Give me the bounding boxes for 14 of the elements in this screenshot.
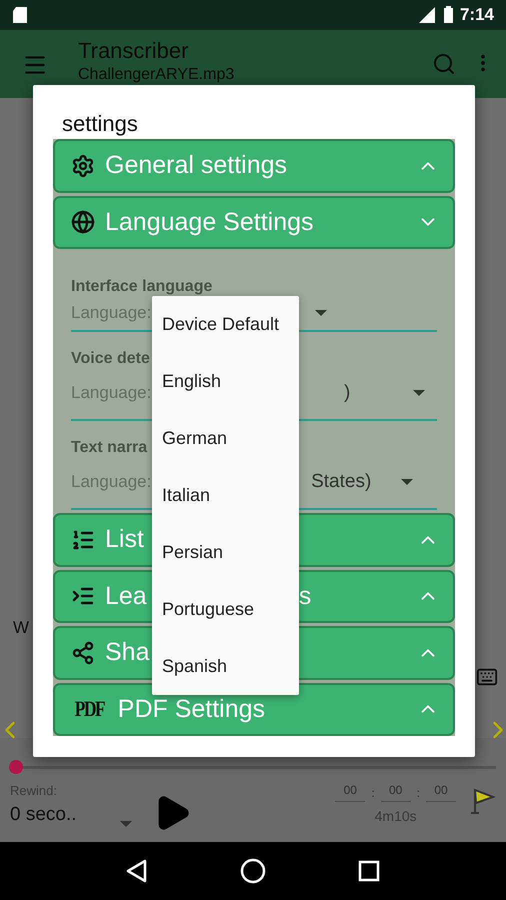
pdf-icon: PDF (74, 696, 104, 722)
field-label: Voice dete (71, 350, 150, 368)
field-label: Interface language (71, 278, 212, 296)
language-value: States) (310, 471, 372, 494)
transcript-text: W (13, 618, 30, 638)
time-separator: : (371, 786, 375, 800)
file-name: ChallengerARYE.mp3 (78, 66, 236, 84)
app-title: Transcriber (78, 38, 190, 64)
language-value: ) (343, 382, 350, 404)
section-title-end: s (298, 582, 312, 611)
dialog-title: settings (62, 111, 139, 137)
field-label: Text narra (71, 438, 148, 457)
time-separator: : (416, 786, 420, 800)
clock-time: 7:14 (460, 5, 494, 25)
